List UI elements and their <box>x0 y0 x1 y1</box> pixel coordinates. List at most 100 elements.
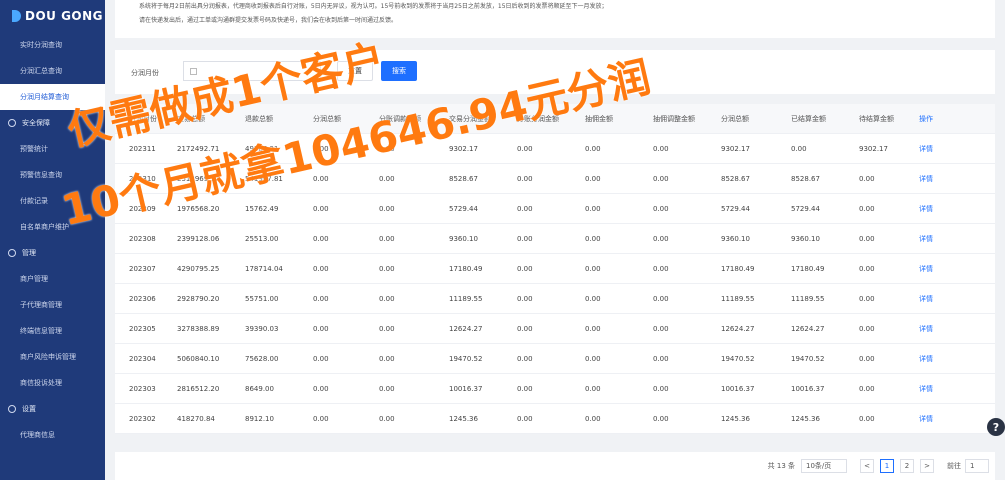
details-link[interactable]: 详情 <box>919 204 975 214</box>
details-link[interactable]: 详情 <box>919 294 975 304</box>
table-row: 202307 4290795.25 178714.04 0.00 0.00 17180.4… <box>115 254 995 284</box>
group-icon <box>8 249 16 257</box>
sidebar-group[interactable]: 管理 <box>0 240 105 266</box>
table-cell: 202305 <box>129 324 156 333</box>
table-cell: 19470.52 <box>721 354 755 363</box>
table-cell: 17180.49 <box>791 264 825 273</box>
table-cell: 202303 <box>129 384 156 393</box>
details-link[interactable]: 详情 <box>919 324 975 334</box>
table-cell: 0.00 <box>379 414 395 423</box>
table-row: 202302 418270.84 8912.10 0.00 0.00 1245.36 0.0… <box>115 404 995 434</box>
details-link[interactable]: 详情 <box>919 354 975 364</box>
details-link[interactable]: 详情 <box>919 174 975 184</box>
table-row: 202306 2928790.20 55751.00 0.00 0.00 11189.55… <box>115 284 995 314</box>
table-cell: 0.00 <box>791 144 807 153</box>
table-cell: 0.00 <box>517 354 533 363</box>
details-link[interactable]: 详情 <box>919 144 975 154</box>
sidebar-group[interactable]: 设置 <box>0 396 105 422</box>
table-cell: 4290795.25 <box>177 264 220 273</box>
table-cell: 5729.44 <box>721 204 750 213</box>
table-cell: 0.00 <box>313 414 329 423</box>
table-row: 202305 3278388.89 39390.03 0.00 0.00 12624.27… <box>115 314 995 344</box>
details-link[interactable]: 详情 <box>919 264 975 274</box>
table-cell: 5060840.10 <box>177 354 220 363</box>
table-cell: 2816512.20 <box>177 384 220 393</box>
jump-page-input[interactable]: 1 <box>965 459 989 473</box>
table-cell: 0.00 <box>859 414 875 423</box>
table-cell: 15762.49 <box>245 204 279 213</box>
sidebar-item-label: 商户管理 <box>20 275 48 283</box>
table-cell: 0.00 <box>653 264 669 273</box>
page-1-button[interactable]: 1 <box>880 459 894 473</box>
table-cell: 0.00 <box>859 354 875 363</box>
table-cell: 0.00 <box>653 174 669 183</box>
sidebar-item[interactable]: 终端信息管理 <box>0 318 105 344</box>
table-cell: 0.00 <box>585 204 601 213</box>
table-cell: 0.00 <box>653 294 669 303</box>
table-row: 202309 1976568.20 15762.49 0.00 0.00 5729.44 0… <box>115 194 995 224</box>
table-cell: 9360.10 <box>791 234 820 243</box>
next-page-button[interactable]: > <box>920 459 934 473</box>
table-cell: 39390.03 <box>245 324 279 333</box>
table-cell: 202308 <box>129 234 156 243</box>
help-button[interactable]: ? <box>987 418 1005 436</box>
app: DOU GONG 实时分润查询 分润汇总查询 分润月结算查询 安全保障 预警统计 预警信息… <box>0 0 1005 480</box>
table-cell: 0.00 <box>379 384 395 393</box>
page-2-button[interactable]: 2 <box>900 459 914 473</box>
brand-name: DOU GONG <box>25 9 104 23</box>
page-size-select[interactable]: 10条/页 <box>801 459 847 473</box>
table-cell: 0.00 <box>313 384 329 393</box>
total-count: 共 13 条 <box>767 462 795 470</box>
table-row: 202303 2816512.20 8649.00 0.00 0.00 10016.37 0… <box>115 374 995 404</box>
table-cell: 0.00 <box>313 294 329 303</box>
prev-page-button[interactable]: < <box>860 459 874 473</box>
table-cell: 11189.55 <box>721 294 755 303</box>
table-cell: 0.00 <box>313 324 329 333</box>
sidebar-item-label: 安全保障 <box>22 119 50 127</box>
sidebar-item-label: 管理 <box>22 249 36 257</box>
table-cell: 0.00 <box>585 174 601 183</box>
brand-logo[interactable]: DOU GONG <box>0 0 105 32</box>
sidebar-item[interactable]: 商户风险申诉管理 <box>0 344 105 370</box>
table-row: 202304 5060840.10 75628.00 0.00 0.00 19470.52… <box>115 344 995 374</box>
table-cell: 0.00 <box>585 414 601 423</box>
details-link[interactable]: 详情 <box>919 414 975 424</box>
group-icon <box>8 405 16 413</box>
table-cell: 178714.04 <box>245 264 283 273</box>
table-cell: 8649.00 <box>245 384 274 393</box>
notice-line-1: 系统将于每月2日前出具分润报表，代理商收到报表后自行对账，5日内无异议，视为认可… <box>139 3 608 10</box>
table-cell: 0.00 <box>585 144 601 153</box>
table-cell: 0.00 <box>653 384 669 393</box>
sidebar-item[interactable]: 代理商信息 <box>0 422 105 448</box>
table-cell: 0.00 <box>379 204 395 213</box>
table-cell: 0.00 <box>379 354 395 363</box>
table-cell: 0.00 <box>653 204 669 213</box>
table-cell: 0.00 <box>313 354 329 363</box>
sidebar-item[interactable]: 分润汇总查询 <box>0 58 105 84</box>
table-cell: 10016.37 <box>449 384 483 393</box>
table-cell: 2399128.06 <box>177 234 220 243</box>
table-cell: 17180.49 <box>449 264 483 273</box>
sidebar-item[interactable]: 实时分润查询 <box>0 32 105 58</box>
pagination: 共 13 条 10条/页 < 1 2 > 前往 1 <box>115 452 995 480</box>
column-header: 操作 <box>919 114 933 123</box>
table-cell: 0.00 <box>859 204 875 213</box>
sidebar-item-label: 预警统计 <box>20 145 48 153</box>
sidebar-item[interactable]: 商户管理 <box>0 266 105 292</box>
table-cell: 0.00 <box>517 174 533 183</box>
sidebar-item[interactable]: 子代理商管理 <box>0 292 105 318</box>
table-cell: 0.00 <box>653 354 669 363</box>
table-cell: 11189.55 <box>791 294 825 303</box>
table-cell: 8528.67 <box>721 174 750 183</box>
table-cell: 0.00 <box>859 324 875 333</box>
sidebar-item[interactable]: 商信投诉处理 <box>0 370 105 396</box>
details-link[interactable]: 详情 <box>919 234 975 244</box>
table-cell: 10016.37 <box>721 384 755 393</box>
table-cell: 0.00 <box>379 294 395 303</box>
table-cell: 0.00 <box>653 144 669 153</box>
table-cell: 202302 <box>129 414 156 423</box>
column-header: 待结算金额 <box>859 114 894 123</box>
table-cell: 0.00 <box>859 294 875 303</box>
details-link[interactable]: 详情 <box>919 384 975 394</box>
table-row: 202308 2399128.06 25513.00 0.00 0.00 9360.10 0… <box>115 224 995 254</box>
